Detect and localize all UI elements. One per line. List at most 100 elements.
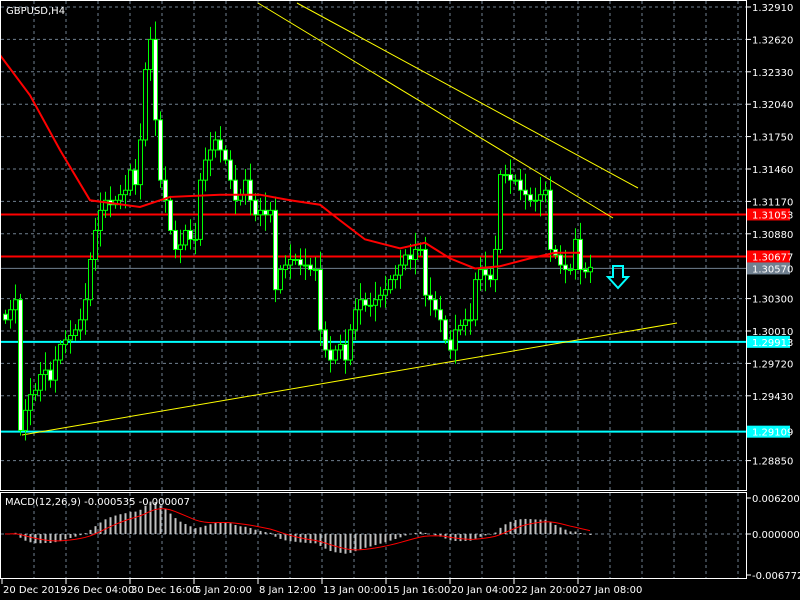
candle <box>338 334 343 359</box>
time-label: 20 Dec 2019 <box>3 585 67 596</box>
macd-label: MACD(12,26,9) -0.000535 -0.000007 <box>5 497 190 508</box>
candle <box>268 201 273 223</box>
candle <box>88 252 93 307</box>
time-axis[interactable]: 20 Dec 2019 26 Dec 04:0030 Dec 16:005 Jan… <box>1 579 642 596</box>
candle <box>453 314 458 364</box>
candle <box>178 229 183 264</box>
candle <box>573 228 578 280</box>
candle <box>228 150 233 190</box>
candle <box>48 361 53 388</box>
price-axis[interactable]: 1.32910 1.32620 1.32330 1.32040 1.31750 1.314… <box>746 3 800 582</box>
candle <box>263 192 268 231</box>
candle <box>113 195 118 209</box>
candle <box>438 295 443 333</box>
candle <box>58 339 63 365</box>
candle <box>403 249 408 271</box>
candle <box>303 248 308 280</box>
candle <box>68 320 73 354</box>
candle <box>238 188 243 206</box>
price-tick-label: 1.30880 <box>752 230 793 241</box>
candle <box>583 262 588 279</box>
candle <box>133 158 138 195</box>
candle <box>498 170 503 254</box>
main-panel-frame <box>0 0 747 491</box>
candle <box>488 266 493 288</box>
price-tag-label: 1.31053 <box>752 210 793 221</box>
candle <box>168 195 173 235</box>
candle <box>543 181 548 203</box>
candle <box>323 321 328 358</box>
candle <box>388 275 393 294</box>
candle <box>203 147 208 192</box>
candle <box>518 169 523 201</box>
candle <box>78 308 83 340</box>
price-tick-label: 1.31750 <box>752 133 793 144</box>
candle <box>298 248 303 276</box>
candle <box>283 255 288 279</box>
candle <box>43 352 48 391</box>
candle <box>183 224 188 251</box>
time-label: 22 Jan 20:00 <box>515 585 578 596</box>
candle <box>468 303 473 335</box>
candle <box>18 293 23 436</box>
candle <box>13 284 18 324</box>
candle <box>483 251 488 292</box>
price-tick-label: 1.30300 <box>752 295 793 306</box>
down-arrow-icon <box>605 265 631 290</box>
macd-tick-label: 0.006200 <box>752 494 800 505</box>
candle <box>308 257 313 276</box>
candle <box>343 329 348 374</box>
candle <box>373 281 378 322</box>
candle <box>148 26 153 81</box>
candle <box>273 196 278 303</box>
candle <box>198 173 203 246</box>
candle <box>383 275 388 308</box>
candle <box>458 319 463 336</box>
candle <box>213 131 218 158</box>
candle <box>443 315 448 344</box>
candle <box>223 145 228 165</box>
time-label: 20 Jan 04:00 <box>451 585 514 596</box>
candle <box>3 309 8 324</box>
candle <box>288 244 293 279</box>
price-tick-label: 1.32620 <box>752 35 793 46</box>
candle <box>368 292 373 317</box>
candle <box>188 219 193 250</box>
candle <box>253 193 258 222</box>
trendline-upper-2[interactable] <box>296 2 639 189</box>
candle <box>233 164 238 214</box>
candle <box>153 21 158 136</box>
price-tag-label: 1.29913 <box>752 338 793 349</box>
price-tick-label: 1.32040 <box>752 100 793 111</box>
candle <box>28 378 33 426</box>
candle <box>138 123 143 200</box>
candle <box>538 176 543 217</box>
trendline-upper-1[interactable] <box>257 2 614 219</box>
price-tick-label: 1.29430 <box>752 392 793 403</box>
candle <box>428 277 433 316</box>
candle <box>588 254 593 284</box>
price-tick-label: 1.32910 <box>752 3 793 14</box>
macd-tick-label: 0.000000 <box>752 530 800 541</box>
price-tick-label: 1.29720 <box>752 359 793 370</box>
time-label: 15 Jan 16:00 <box>387 585 450 596</box>
candle <box>448 330 453 359</box>
candle <box>93 217 98 271</box>
price-tick-label: 1.32330 <box>752 68 793 79</box>
candle <box>378 286 383 308</box>
candle <box>8 299 13 329</box>
time-label: 13 Jan 00:00 <box>323 585 386 596</box>
time-label: 27 Jan 08:00 <box>579 585 642 596</box>
price-chart[interactable]: 1.32910 1.32620 1.32330 1.32040 1.31750 1.314… <box>0 0 800 600</box>
candle <box>558 245 563 274</box>
candle <box>258 197 263 227</box>
macd-signal-line <box>4 508 591 551</box>
candle <box>503 164 508 184</box>
candle <box>163 166 168 213</box>
candle <box>278 265 283 294</box>
candle <box>423 236 428 307</box>
candle <box>493 235 498 293</box>
candle <box>333 345 338 365</box>
current-price-label: 1.30570 <box>752 264 793 275</box>
candle <box>568 263 573 275</box>
